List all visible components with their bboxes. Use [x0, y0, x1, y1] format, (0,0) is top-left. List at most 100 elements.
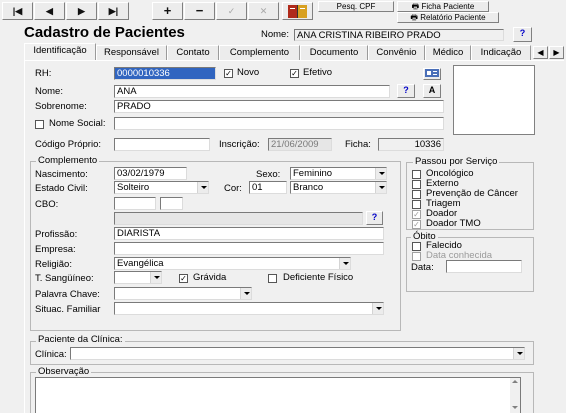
sexo-select[interactable]: Feminino	[290, 167, 387, 180]
doador-checkbox[interactable]: ✓	[412, 210, 421, 219]
externo-checkbox[interactable]	[412, 180, 421, 189]
estado-civil-label: Estado Civil:	[35, 183, 88, 194]
tab-indicacao[interactable]: Indicação	[471, 45, 531, 60]
cbo-code-input[interactable]	[114, 197, 156, 210]
estado-civil-select[interactable]: Solteiro	[114, 181, 209, 194]
situacao-familiar-select[interactable]	[114, 302, 384, 315]
previous-record-button[interactable]: ◀	[34, 2, 65, 20]
cbo-digit-input[interactable]	[160, 197, 183, 210]
cbo-description-field	[114, 212, 363, 225]
chevron-down-icon[interactable]	[240, 288, 251, 299]
tipo-sanguineo-select[interactable]	[114, 271, 162, 284]
efetivo-label: Efetivo	[303, 67, 333, 78]
estado-civil-value: Solteiro	[117, 182, 150, 193]
chevron-down-icon[interactable]	[375, 182, 386, 193]
tab-contato[interactable]: Contato	[167, 45, 219, 60]
efetivo-checkbox[interactable]: ✓	[290, 69, 299, 78]
sobrenome-label: Sobrenome:	[35, 101, 87, 112]
gravida-label: Grávida	[193, 272, 227, 283]
data-obito-input[interactable]	[446, 260, 522, 273]
relatorio-paciente-button[interactable]: 🖶 Relatório Paciente	[397, 12, 499, 23]
scroll-up-icon[interactable]	[512, 380, 518, 383]
tab-identificacao[interactable]: Identificação	[24, 43, 96, 60]
observacao-scrollbar[interactable]	[510, 378, 520, 413]
nome-social-checkbox[interactable]	[35, 120, 44, 129]
nome-social-input[interactable]	[114, 117, 444, 130]
cadastro-pacientes-window: { "toolbar": { "first": "|◀", "prev": "◀…	[0, 0, 566, 413]
novo-label: Novo	[237, 67, 260, 78]
inscricao-label: Inscrição:	[219, 139, 260, 150]
ficha-paciente-button[interactable]: 🖶 Ficha Paciente	[397, 1, 489, 12]
ficha-paciente-label: Ficha Paciente	[421, 2, 475, 11]
sobrenome-input[interactable]: PRADO	[114, 100, 444, 113]
tab-documento[interactable]: Documento	[300, 45, 368, 60]
page-title: Cadastro de Pacientes	[24, 24, 185, 41]
codigo-proprio-label: Código Próprio:	[35, 139, 102, 150]
complemento-title: Complemento	[36, 155, 100, 166]
prevencao-cancer-checkbox[interactable]	[412, 190, 421, 199]
nome-label: Nome:	[35, 86, 63, 97]
nascimento-input[interactable]: 03/02/1979	[114, 167, 187, 180]
passou-por-servico-title: Passou por Serviço	[413, 156, 500, 167]
profissao-label: Profissão:	[35, 229, 78, 240]
inscricao-field: 21/06/2009	[268, 138, 332, 151]
sexo-value: Feminino	[293, 168, 333, 179]
tab-medico[interactable]: Médico	[425, 45, 471, 60]
cancel-button[interactable]: ✕	[248, 2, 279, 20]
id-card-button[interactable]	[423, 68, 441, 80]
scroll-down-icon[interactable]	[512, 406, 518, 409]
falecido-checkbox[interactable]	[412, 242, 421, 251]
cor-select[interactable]: Branco	[290, 181, 387, 194]
deficiente-fisico-checkbox[interactable]	[268, 274, 277, 283]
religiao-value: Evangélica	[117, 258, 164, 269]
triagem-checkbox[interactable]	[412, 200, 421, 209]
novo-checkbox[interactable]: ✓	[224, 69, 233, 78]
book-button[interactable]	[282, 2, 313, 20]
codigo-proprio-input[interactable]	[114, 138, 210, 151]
chevron-down-icon[interactable]	[150, 272, 161, 283]
rh-input[interactable]: 0000010336	[114, 67, 216, 80]
nome-help-button[interactable]: ?	[397, 84, 415, 98]
last-record-button[interactable]: ▶|	[98, 2, 129, 20]
cbo-help-button[interactable]: ?	[366, 211, 383, 225]
chevron-down-icon[interactable]	[375, 168, 386, 179]
chevron-down-icon[interactable]	[339, 258, 350, 269]
confirm-button[interactable]: ✓	[216, 2, 247, 20]
add-record-button[interactable]: +	[152, 2, 183, 20]
religiao-label: Religião:	[35, 259, 72, 270]
data-conhecida-checkbox[interactable]	[412, 252, 421, 261]
palavra-chave-select[interactable]	[114, 287, 252, 300]
empresa-label: Empresa:	[35, 244, 76, 255]
doador-tmo-checkbox[interactable]: ✓	[412, 220, 421, 229]
observacao-title: Observação	[36, 366, 92, 377]
id-card-icon	[425, 69, 439, 77]
tab-convenio[interactable]: Convênio	[368, 45, 425, 60]
book-icon	[287, 5, 307, 18]
header-help-button[interactable]: ?	[513, 27, 532, 42]
gravida-checkbox[interactable]: ✓	[179, 274, 188, 283]
first-record-button[interactable]: |◀	[2, 2, 33, 20]
cor-value: Branco	[293, 182, 324, 193]
chevron-down-icon[interactable]	[372, 303, 383, 314]
tab-complemento[interactable]: Complemento	[219, 45, 300, 60]
chevron-down-icon[interactable]	[513, 348, 524, 359]
tab-scroll-left-button[interactable]: ◀	[533, 46, 548, 59]
profissao-input[interactable]: DIARISTA	[114, 227, 384, 240]
oncologico-checkbox[interactable]	[412, 170, 421, 179]
tab-responsavel[interactable]: Responsável	[96, 45, 167, 60]
next-record-button[interactable]: ▶	[66, 2, 97, 20]
religiao-select[interactable]: Evangélica	[114, 257, 351, 270]
cor-code-input[interactable]: 01	[249, 181, 287, 194]
chevron-down-icon[interactable]	[197, 182, 208, 193]
clinica-select[interactable]	[70, 347, 525, 360]
tab-scroll-right-button[interactable]: ▶	[549, 46, 564, 59]
header-nome-field: ANA CRISTINA RIBEIRO PRADO	[294, 29, 504, 41]
nome-input[interactable]: ANA	[114, 85, 390, 98]
empresa-input[interactable]	[114, 242, 384, 255]
printer-icon: 🖶	[411, 2, 420, 11]
pesq-cpf-button[interactable]: Pesq. CPF	[318, 1, 394, 12]
font-format-button[interactable]: A	[423, 84, 441, 98]
delete-record-button[interactable]: −	[184, 2, 215, 20]
clinica-label: Clínica:	[35, 349, 67, 360]
observacao-textarea[interactable]	[35, 377, 521, 413]
